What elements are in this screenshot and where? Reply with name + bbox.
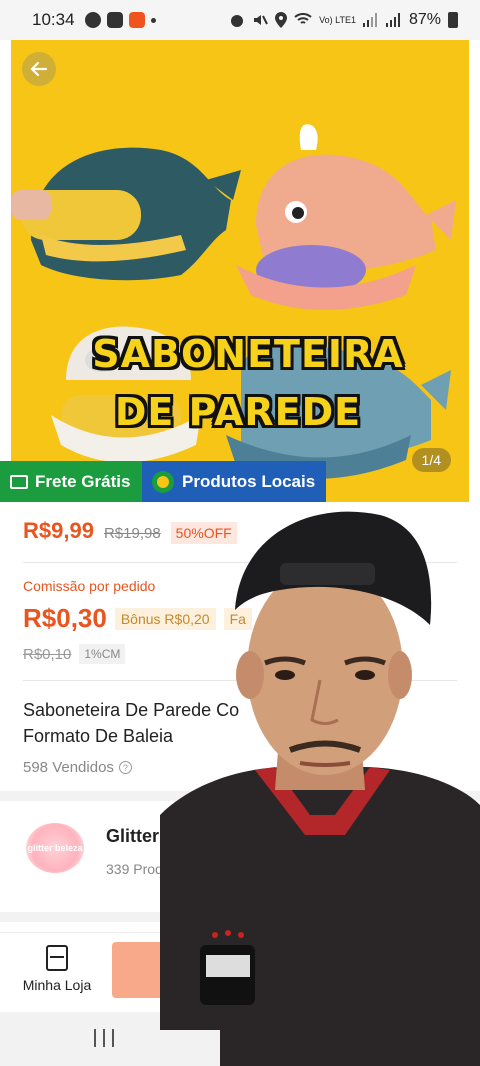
store-icon [46, 945, 68, 971]
brazil-flag-icon [152, 470, 174, 493]
my-store-label: Minha Loja [22, 977, 92, 993]
overlay-title-line2: DE PAREDE [114, 390, 362, 434]
back-button[interactable] [22, 52, 56, 86]
presenter-image [160, 511, 480, 1066]
mute-icon [254, 15, 269, 25]
commission-old-row: R$0,10 1%CM [23, 644, 126, 664]
store-meta: 339 Prod [106, 861, 163, 877]
my-store-button[interactable]: Minha Loja [22, 945, 92, 993]
truck-icon [10, 474, 28, 489]
badges: Frete Grátis Produtos Locais [0, 461, 326, 502]
more-dot-icon [150, 17, 156, 23]
gallery-icon [106, 12, 123, 28]
battery-icon [448, 12, 458, 28]
image-counter: 1/4 [411, 448, 451, 472]
product-image[interactable]: SABONETEIRA DE PAREDE 1/4 [11, 40, 469, 502]
app-icon [128, 12, 145, 28]
old-price: R$19,98 [103, 525, 161, 542]
wifi-icon [294, 13, 312, 24]
sold-label: 598 Vendidos [23, 759, 114, 776]
status-bar: 10:34 Vo) LTE1 87% [0, 0, 480, 40]
status-right: Vo) LTE1 87% [229, 11, 458, 29]
arrow-left-icon [30, 61, 48, 77]
presenter-video-overlay [160, 505, 480, 1066]
overlay-title-line1: SABONETEIRA [92, 332, 404, 376]
store-logo[interactable]: glitter beleza [26, 823, 84, 873]
signal-icon-2 [385, 13, 400, 27]
status-time: 10:34 [32, 10, 75, 29]
local-products-label: Produtos Locais [182, 471, 316, 491]
notification-icons [84, 12, 156, 28]
cm-tag: 1%CM [79, 644, 126, 664]
location-icon [275, 12, 288, 28]
signal-icon [362, 13, 377, 27]
alarm-icon [231, 15, 244, 27]
local-products-badge: Produtos Locais [142, 461, 326, 502]
free-shipping-label: Frete Grátis [35, 471, 131, 491]
recent-apps-icon[interactable] [94, 1029, 114, 1047]
store-name[interactable]: Glitter [106, 826, 159, 847]
price: R$9,99 [23, 518, 94, 543]
network-label: Vo) LTE1 [319, 14, 356, 25]
commission-value: R$0,30 [23, 603, 107, 633]
battery-percent: 87% [408, 11, 441, 28]
commission-old: R$0,10 [23, 645, 72, 663]
sold-count: 598 Vendidos ? [23, 759, 132, 776]
commission-label: Comissão por pedido [23, 578, 156, 594]
free-shipping-badge: Frete Grátis [0, 461, 142, 502]
help-icon[interactable]: ? [118, 761, 132, 774]
chat-icon [84, 12, 101, 28]
